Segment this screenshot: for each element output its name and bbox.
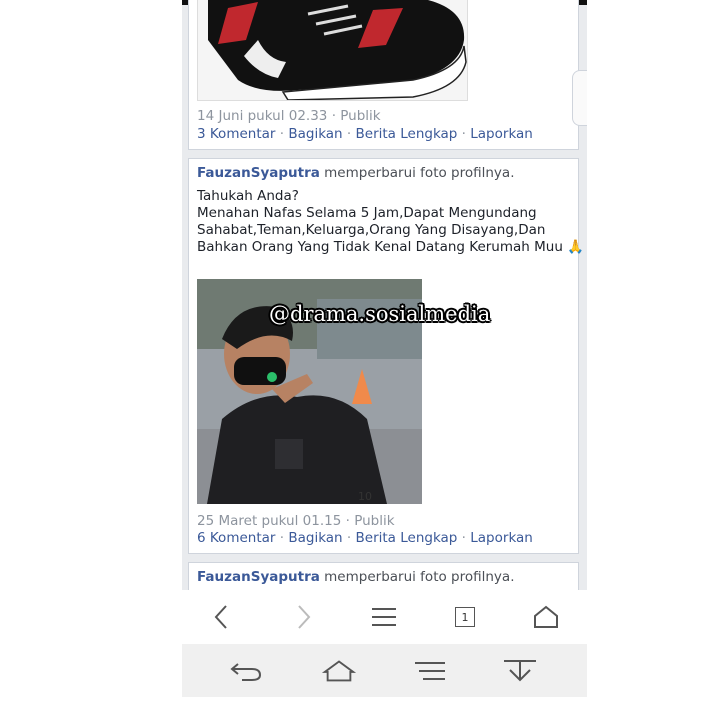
menu-button[interactable]	[366, 600, 402, 634]
post-1-report-link[interactable]: Laporkan	[470, 126, 533, 142]
post-2-report-link[interactable]: Laporkan	[470, 530, 533, 546]
post-2-header: FauzanSyaputra memperbarui foto profilny…	[197, 165, 514, 181]
post-2-text-line: Tahukah Anda?	[197, 188, 299, 204]
post-2-timestamp[interactable]: 25 Maret pukul 01.15	[197, 513, 341, 529]
photo-counter: 10	[358, 490, 372, 503]
post-1-privacy: Publik	[340, 108, 381, 124]
forward-button[interactable]	[285, 600, 321, 634]
browser-nav-bar: 1	[182, 590, 587, 644]
system-menu-button[interactable]	[412, 654, 448, 688]
post-1-shoe-image[interactable]	[197, 0, 468, 101]
post-2-comments-link[interactable]: 6 Komentar	[197, 530, 275, 546]
post-2-meta: 25 Maret pukul 01.15 · Publik	[197, 513, 395, 529]
watermark-text: @drama.sosialmedia	[269, 302, 491, 326]
home-button[interactable]	[528, 600, 564, 634]
forward-arrow-icon	[298, 605, 311, 629]
post-2-text-line: Menahan Nafas Selama 5 Jam,Dapat Mengund…	[197, 205, 537, 221]
post-2-privacy: Publik	[354, 513, 395, 529]
post-1-share-link[interactable]: Bagikan	[288, 126, 342, 142]
post-1-actions: 3 Komentar · Bagikan · Berita Lengkap · …	[197, 126, 533, 142]
post-card-1: 14 Juni pukul 02.33 · Publik 3 Komentar …	[188, 0, 579, 150]
system-menu-icon	[415, 662, 445, 680]
system-back-button[interactable]	[228, 654, 264, 688]
tabs-icon: 1	[455, 607, 475, 627]
post-2-text: Tahukah Anda? Menahan Nafas Selama 5 Jam…	[197, 188, 584, 256]
back-arrow-icon	[214, 605, 227, 629]
post-3-header: FauzanSyaputra memperbarui foto profilny…	[197, 569, 514, 585]
post-1-comments-link[interactable]: 3 Komentar	[197, 126, 275, 142]
post-2-author-link[interactable]: FauzanSyaputra	[197, 165, 320, 181]
system-home-icon	[321, 660, 357, 682]
post-2-full-story-link[interactable]: Berita Lengkap	[356, 530, 458, 546]
post-2-share-link[interactable]: Bagikan	[288, 530, 342, 546]
post-2-text-line: Bahkan Orang Yang Tidak Kenal Datang Ker…	[197, 239, 584, 255]
post-3-author-link[interactable]: FauzanSyaputra	[197, 569, 320, 585]
phone-screen: 14 Juni pukul 02.33 · Publik 3 Komentar …	[182, 0, 587, 697]
tabs-button[interactable]: 1	[447, 600, 483, 634]
post-2-action-text: memperbarui foto profilnya.	[324, 165, 515, 181]
system-download-button[interactable]	[502, 654, 538, 688]
home-icon	[534, 605, 558, 628]
post-2-text-line: Sahabat,Teman,Keluarga,Orang Yang Disaya…	[197, 222, 546, 238]
system-home-button[interactable]	[321, 654, 357, 688]
tab-count: 1	[461, 610, 469, 624]
scroll-handle[interactable]	[572, 70, 587, 126]
post-2-actions: 6 Komentar · Bagikan · Berita Lengkap · …	[197, 530, 533, 546]
system-nav-bar	[182, 644, 587, 697]
post-1-full-story-link[interactable]: Berita Lengkap	[356, 126, 458, 142]
system-back-icon	[230, 663, 262, 681]
post-card-2: FauzanSyaputra memperbarui foto profilny…	[188, 158, 584, 554]
post-1-timestamp[interactable]: 14 Juni pukul 02.33	[197, 108, 327, 124]
system-download-icon	[504, 660, 536, 682]
back-button[interactable]	[204, 600, 240, 634]
shoe-picture	[208, 0, 467, 100]
post-1-meta: 14 Juni pukul 02.33 · Publik	[197, 108, 381, 124]
menu-icon	[372, 608, 396, 626]
post-3-action-text: memperbarui foto profilnya.	[324, 569, 515, 585]
